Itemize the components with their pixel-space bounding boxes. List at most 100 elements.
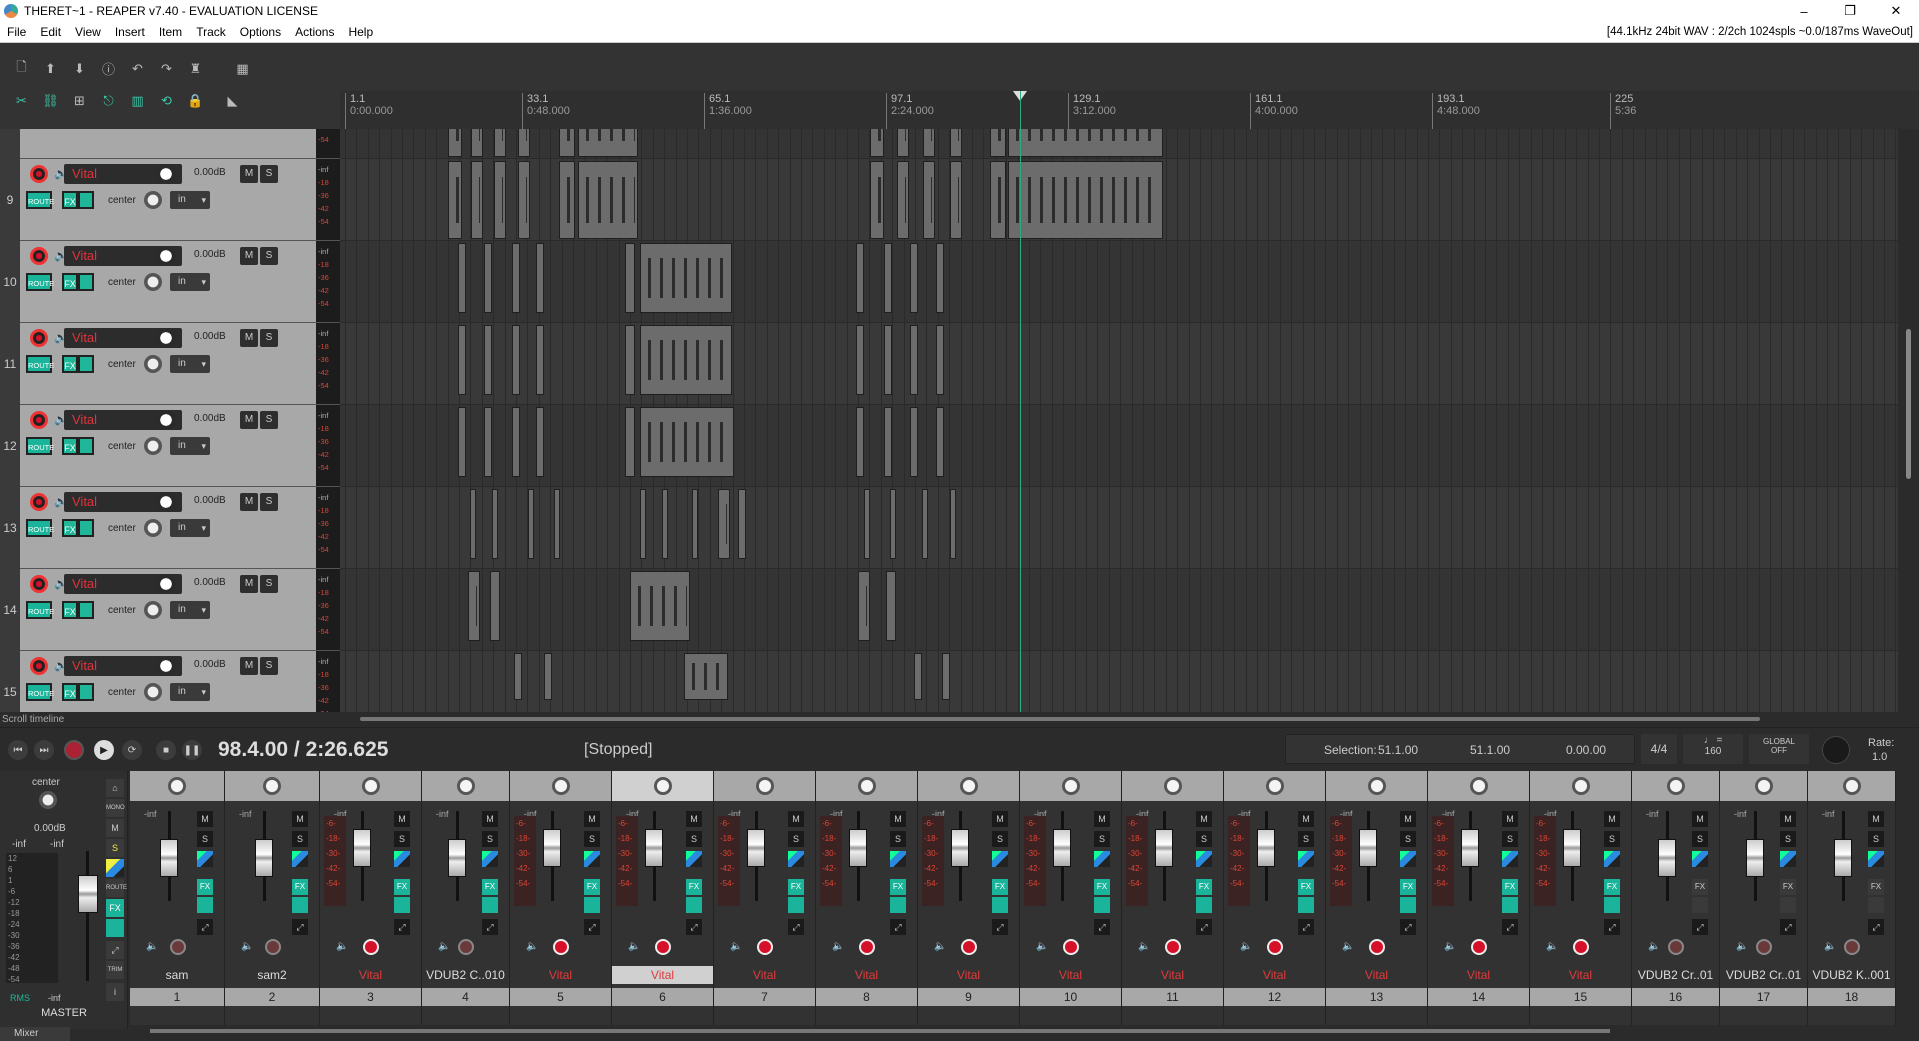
route-button[interactable]: ROUTE xyxy=(26,519,54,537)
midi-item[interactable] xyxy=(578,129,638,157)
midi-item[interactable] xyxy=(910,325,918,395)
strip-number[interactable]: 16 xyxy=(1632,988,1719,1006)
close-button[interactable]: ✕ xyxy=(1873,0,1919,22)
midi-item[interactable] xyxy=(448,129,462,157)
global-automation-state[interactable]: OFF xyxy=(1749,746,1809,755)
strip-record-arm-button[interactable] xyxy=(363,939,379,955)
maximize-button[interactable]: ❐ xyxy=(1827,0,1873,22)
track-header[interactable]: 15🔈Vital0.00dBMSROUTEFXcenterin-inf-18-3… xyxy=(0,651,340,712)
midi-item[interactable] xyxy=(936,325,944,395)
midi-item[interactable] xyxy=(490,571,500,641)
midi-item[interactable] xyxy=(692,489,698,559)
strip-fx-button[interactable]: FX xyxy=(1780,879,1796,895)
grid-settings-icon[interactable]: ▦ xyxy=(231,57,254,80)
midi-item[interactable] xyxy=(1008,129,1163,157)
ruler-mark[interactable]: 97.1 2:24.000 xyxy=(886,93,934,129)
strip-fx-power-icon[interactable] xyxy=(788,897,804,913)
mixer-strip[interactable]: -inf M S FX ⤢ 🔈 sam2 2 xyxy=(225,771,320,1025)
strip-envelope-icon[interactable]: ⤢ xyxy=(1780,919,1796,935)
strip-name[interactable]: Vital xyxy=(320,966,421,984)
strip-name[interactable]: VDUB2 C..010 xyxy=(422,966,509,984)
track-number[interactable]: 10 xyxy=(0,241,20,323)
route-button[interactable]: ROUTE xyxy=(26,683,54,701)
strip-route-stripe-icon[interactable] xyxy=(1400,851,1416,867)
record-arm-button[interactable] xyxy=(30,657,48,675)
midi-item[interactable] xyxy=(684,653,728,700)
strip-mute-button[interactable]: M xyxy=(292,811,308,827)
strip-name[interactable]: sam xyxy=(130,966,224,984)
strip-number[interactable]: 10 xyxy=(1020,988,1121,1006)
strip-envelope-icon[interactable]: ⤢ xyxy=(1298,919,1314,935)
strip-record-arm-button[interactable] xyxy=(961,939,977,955)
mixer-strip[interactable]: -inf -6- -18- -30- -42- -54- M S FX ⤢ 🔈 Vital 6 xyxy=(612,771,714,1025)
strip-solo-button[interactable]: S xyxy=(890,831,906,847)
fx-bypass-icon[interactable] xyxy=(78,519,94,537)
midi-item[interactable] xyxy=(870,161,884,239)
strip-envelope-icon[interactable]: ⤢ xyxy=(1502,919,1518,935)
strip-fx-power-icon[interactable] xyxy=(292,897,308,913)
strip-fx-button[interactable]: FX xyxy=(686,879,702,895)
strip-speaker-icon[interactable]: 🔈 xyxy=(1240,941,1252,952)
record-arm-button[interactable] xyxy=(30,411,48,429)
strip-route-stripe-icon[interactable] xyxy=(1780,851,1796,867)
record-arm-button[interactable] xyxy=(30,247,48,265)
volume-knob[interactable] xyxy=(156,246,176,266)
fx-button[interactable]: FX xyxy=(62,355,78,373)
midi-item[interactable] xyxy=(884,325,892,395)
strip-fader[interactable] xyxy=(1834,839,1852,877)
mixer-strip[interactable]: -inf -6- -18- -30- -42- -54- M S FX ⤢ 🔈 Vital 7 xyxy=(714,771,816,1025)
strip-fader[interactable] xyxy=(1155,829,1173,867)
mute-button[interactable]: M xyxy=(240,411,258,429)
midi-item[interactable] xyxy=(544,653,552,700)
midi-item[interactable] xyxy=(950,161,962,239)
mute-button[interactable]: M xyxy=(240,165,258,183)
envelope-link-icon[interactable]: ⎋ xyxy=(97,89,120,112)
strip-fx-power-icon[interactable] xyxy=(1692,897,1708,913)
mixer-strip[interactable]: -inf M S FX ⤢ 🔈 sam 1 xyxy=(130,771,225,1025)
midi-item[interactable] xyxy=(858,571,870,641)
midi-item[interactable] xyxy=(518,129,530,157)
strip-number[interactable]: 18 xyxy=(1808,988,1895,1006)
midi-item[interactable] xyxy=(471,129,483,157)
vertical-scroll-thumb[interactable] xyxy=(1906,329,1911,479)
mute-button[interactable]: M xyxy=(240,329,258,347)
ripple-edit-icon[interactable]: ✂ xyxy=(10,89,33,112)
strip-speaker-icon[interactable]: 🔈 xyxy=(832,941,844,952)
strip-fader[interactable] xyxy=(159,839,178,877)
strip-mute-button[interactable]: M xyxy=(1196,811,1212,827)
strip-fx-button[interactable]: FX xyxy=(890,879,906,895)
strip-mute-button[interactable]: M xyxy=(1780,811,1796,827)
strip-speaker-icon[interactable]: 🔈 xyxy=(1138,941,1150,952)
strip-record-arm-button[interactable] xyxy=(1369,939,1385,955)
strip-pan-knob[interactable] xyxy=(1754,777,1773,795)
strip-envelope-icon[interactable]: ⤢ xyxy=(1604,919,1620,935)
midi-item[interactable] xyxy=(886,571,896,641)
master-envelope-icon[interactable]: ⤢ xyxy=(106,941,124,959)
input-select[interactable]: in xyxy=(170,683,210,701)
ruler-mark[interactable]: 65.1 1:36.000 xyxy=(704,93,752,129)
strip-speaker-icon[interactable]: 🔈 xyxy=(526,941,538,952)
ruler-mark[interactable]: 193.1 4:48.000 xyxy=(1432,93,1480,129)
strip-fx-power-icon[interactable] xyxy=(1298,897,1314,913)
strip-number[interactable]: 9 xyxy=(918,988,1019,1006)
track-header[interactable]: 10🔈Vital0.00dBMSROUTEFXcenterin-inf-18-3… xyxy=(0,241,340,323)
strip-fx-button[interactable]: FX xyxy=(292,879,308,895)
midi-item[interactable] xyxy=(554,489,560,559)
master-info-button[interactable]: i xyxy=(106,983,124,1001)
volume-knob[interactable] xyxy=(156,656,176,676)
strip-record-arm-button[interactable] xyxy=(553,939,569,955)
midi-item[interactable] xyxy=(914,653,922,700)
strip-fx-button[interactable]: FX xyxy=(992,879,1008,895)
strip-envelope-icon[interactable]: ⤢ xyxy=(197,919,213,935)
strip-solo-button[interactable]: S xyxy=(788,831,804,847)
strip-record-arm-button[interactable] xyxy=(1165,939,1181,955)
strip-record-arm-button[interactable] xyxy=(655,939,671,955)
midi-item[interactable] xyxy=(536,407,544,477)
strip-envelope-icon[interactable]: ⤢ xyxy=(1692,919,1708,935)
strip-solo-button[interactable]: S xyxy=(394,831,410,847)
ruler-mark[interactable]: 1.1 0:00.000 xyxy=(345,93,393,129)
mixer-strip[interactable]: -inf -6- -18- -30- -42- -54- M S FX ⤢ 🔈 Vital 9 xyxy=(918,771,1020,1025)
strip-number[interactable]: 7 xyxy=(714,988,815,1006)
strip-name[interactable]: Vital xyxy=(816,966,917,984)
go-to-start-icon[interactable]: ⏮ xyxy=(8,740,28,760)
